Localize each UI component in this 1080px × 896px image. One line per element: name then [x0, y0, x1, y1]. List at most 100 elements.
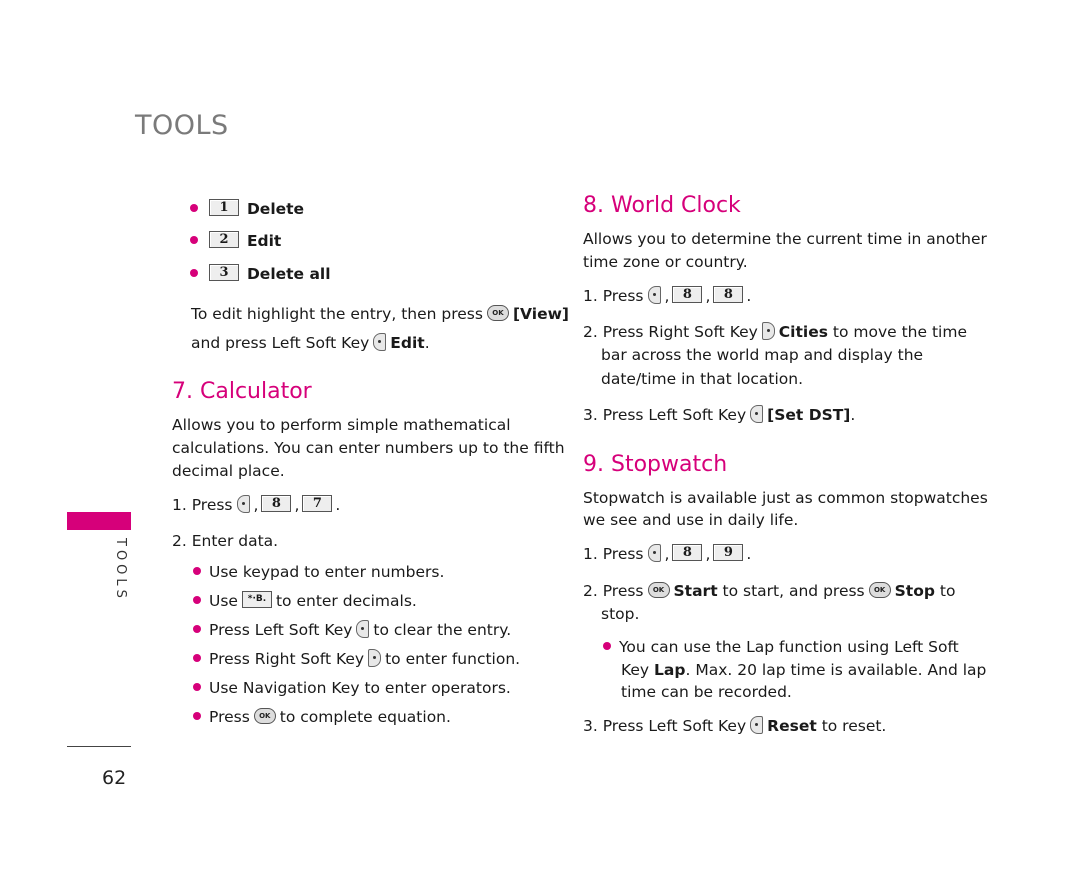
key-8-icon: 8 [261, 495, 292, 512]
text: 1. Press [583, 287, 644, 305]
left-soft-key-icon [236, 494, 250, 513]
text: Key [621, 661, 650, 679]
bold-text: Lap [654, 661, 686, 679]
right-soft-key-icon [368, 648, 382, 667]
calculator-step-2: 2. Enter data. [172, 532, 279, 550]
left-soft-key-icon [750, 715, 764, 734]
bullet-icon [193, 711, 201, 720]
text: to move the time [832, 323, 967, 341]
text: to start, and press [722, 582, 865, 600]
ok-key-icon: OK [868, 581, 891, 598]
option-label: Edit [246, 232, 282, 250]
key-9-icon: 9 [713, 544, 744, 561]
text: . Max. 20 lap time is available. And lap [685, 661, 987, 679]
world-clock-step-1: 1. Press, 8, 8. [583, 285, 752, 305]
key-8-icon: 8 [713, 286, 744, 303]
text: To edit highlight the entry, then press [191, 305, 483, 323]
page-header: TOOLS [135, 110, 229, 141]
text: Use Navigation Key to enter operators. [209, 679, 511, 697]
text: Press Left Soft Key [209, 621, 353, 639]
text: to reset. [821, 717, 887, 735]
text: and press Left Soft Key [191, 334, 370, 352]
stopwatch-desc-2: we see and use in daily life. [583, 511, 799, 529]
bullet-icon [193, 682, 201, 691]
option-label: Delete [246, 200, 305, 218]
world-clock-desc-1: Allows you to determine the current time… [583, 230, 987, 248]
bold-text: Reset [767, 717, 817, 735]
calculator-bullet: Press OK to complete equation. [193, 706, 451, 728]
calculator-desc-3: decimal place. [172, 462, 285, 480]
text: Press Right Soft Key [209, 650, 365, 668]
world-clock-step-2: 2. Press Right Soft Key Cities to move th… [583, 321, 967, 343]
text: to enter decimals. [275, 592, 417, 610]
bullet-icon [193, 595, 201, 604]
stopwatch-step-2: 2. Press OK Start to start, and press OK Sto… [583, 580, 955, 602]
text: to complete equation. [279, 708, 451, 726]
side-section-label: TOOLS [113, 538, 128, 602]
stopwatch-bullet-cont: time can be recorded. [621, 683, 792, 701]
text: . [424, 334, 430, 352]
option-label: Delete all [246, 265, 331, 283]
bold-text: Start [673, 582, 718, 600]
calculator-bullet: Use *·B. to enter decimals. [193, 590, 417, 612]
star-key-icon: *·B. [241, 591, 272, 608]
key-8-icon: 8 [672, 544, 703, 561]
option-item: 1 Delete [190, 198, 304, 220]
bullet-icon [193, 653, 201, 662]
world-clock-desc-2: time zone or country. [583, 253, 748, 271]
bullet-icon [190, 268, 198, 277]
text: Use [209, 592, 238, 610]
world-clock-step-2-cont: date/time in that location. [601, 370, 804, 388]
text: to clear the entry. [373, 621, 512, 639]
calculator-bullet: Press Left Soft Key to clear the entry. [193, 619, 511, 641]
bullet-icon [190, 235, 198, 244]
text: Use keypad to enter numbers. [209, 563, 445, 581]
footer-divider [67, 746, 131, 747]
section-title-calculator: 7. Calculator [172, 379, 312, 404]
stopwatch-step-1: 1. Press, 8, 9. [583, 543, 752, 563]
calculator-bullet: Use keypad to enter numbers. [193, 561, 444, 583]
bullet-icon [193, 624, 201, 633]
edit-instruction-1: To edit highlight the entry, then press O… [191, 303, 569, 325]
bold-text: Stop [894, 582, 935, 600]
bold-text: [View] [512, 305, 569, 323]
text: You can use the Lap function using Left … [619, 638, 959, 656]
calculator-bullet: Use Navigation Key to enter operators. [193, 677, 511, 699]
key-7-icon: 7 [302, 495, 333, 512]
bold-text: [Set DST] [767, 406, 851, 424]
text: 1. Press [583, 545, 644, 563]
text: 1. Press [172, 496, 233, 514]
world-clock-step-2-cont: bar across the world map and display the [601, 346, 924, 364]
calculator-desc-1: Allows you to perform simple mathematica… [172, 416, 511, 434]
bold-text: Cities [778, 323, 828, 341]
ok-key-icon: OK [253, 707, 276, 724]
left-soft-key-icon [647, 285, 661, 304]
bold-text: Edit [390, 334, 425, 352]
key-2-icon: 2 [209, 231, 239, 248]
key-1-icon: 1 [209, 199, 239, 216]
text: to enter function. [385, 650, 521, 668]
text: 3. Press Left Soft Key [583, 406, 747, 424]
world-clock-step-3: 3. Press Left Soft Key [Set DST]. [583, 404, 856, 424]
left-soft-key-icon [356, 619, 370, 638]
edit-instruction-2: and press Left Soft Key Edit. [191, 332, 430, 354]
text: 2. Press [583, 582, 644, 600]
stopwatch-desc-1: Stopwatch is available just as common st… [583, 489, 988, 507]
text: to [939, 582, 956, 600]
ok-key-icon: OK [486, 304, 509, 321]
bullet-icon [193, 566, 201, 575]
calculator-bullet: Press Right Soft Key to enter function. [193, 648, 520, 670]
bullet-icon [190, 203, 198, 212]
stopwatch-step-2-cont: stop. [601, 605, 640, 623]
key-8-icon: 8 [672, 286, 703, 303]
key-3-icon: 3 [209, 264, 239, 281]
option-item: 3 Delete all [190, 263, 331, 285]
text: 3. Press Left Soft Key [583, 717, 747, 735]
option-item: 2 Edit [190, 230, 281, 252]
text: 2. Press Right Soft Key [583, 323, 758, 341]
side-tab-marker [67, 512, 131, 530]
left-soft-key-icon [750, 404, 764, 423]
text: Press [209, 708, 250, 726]
section-title-stopwatch: 9. Stopwatch [583, 452, 728, 477]
bullet-icon [603, 641, 611, 650]
